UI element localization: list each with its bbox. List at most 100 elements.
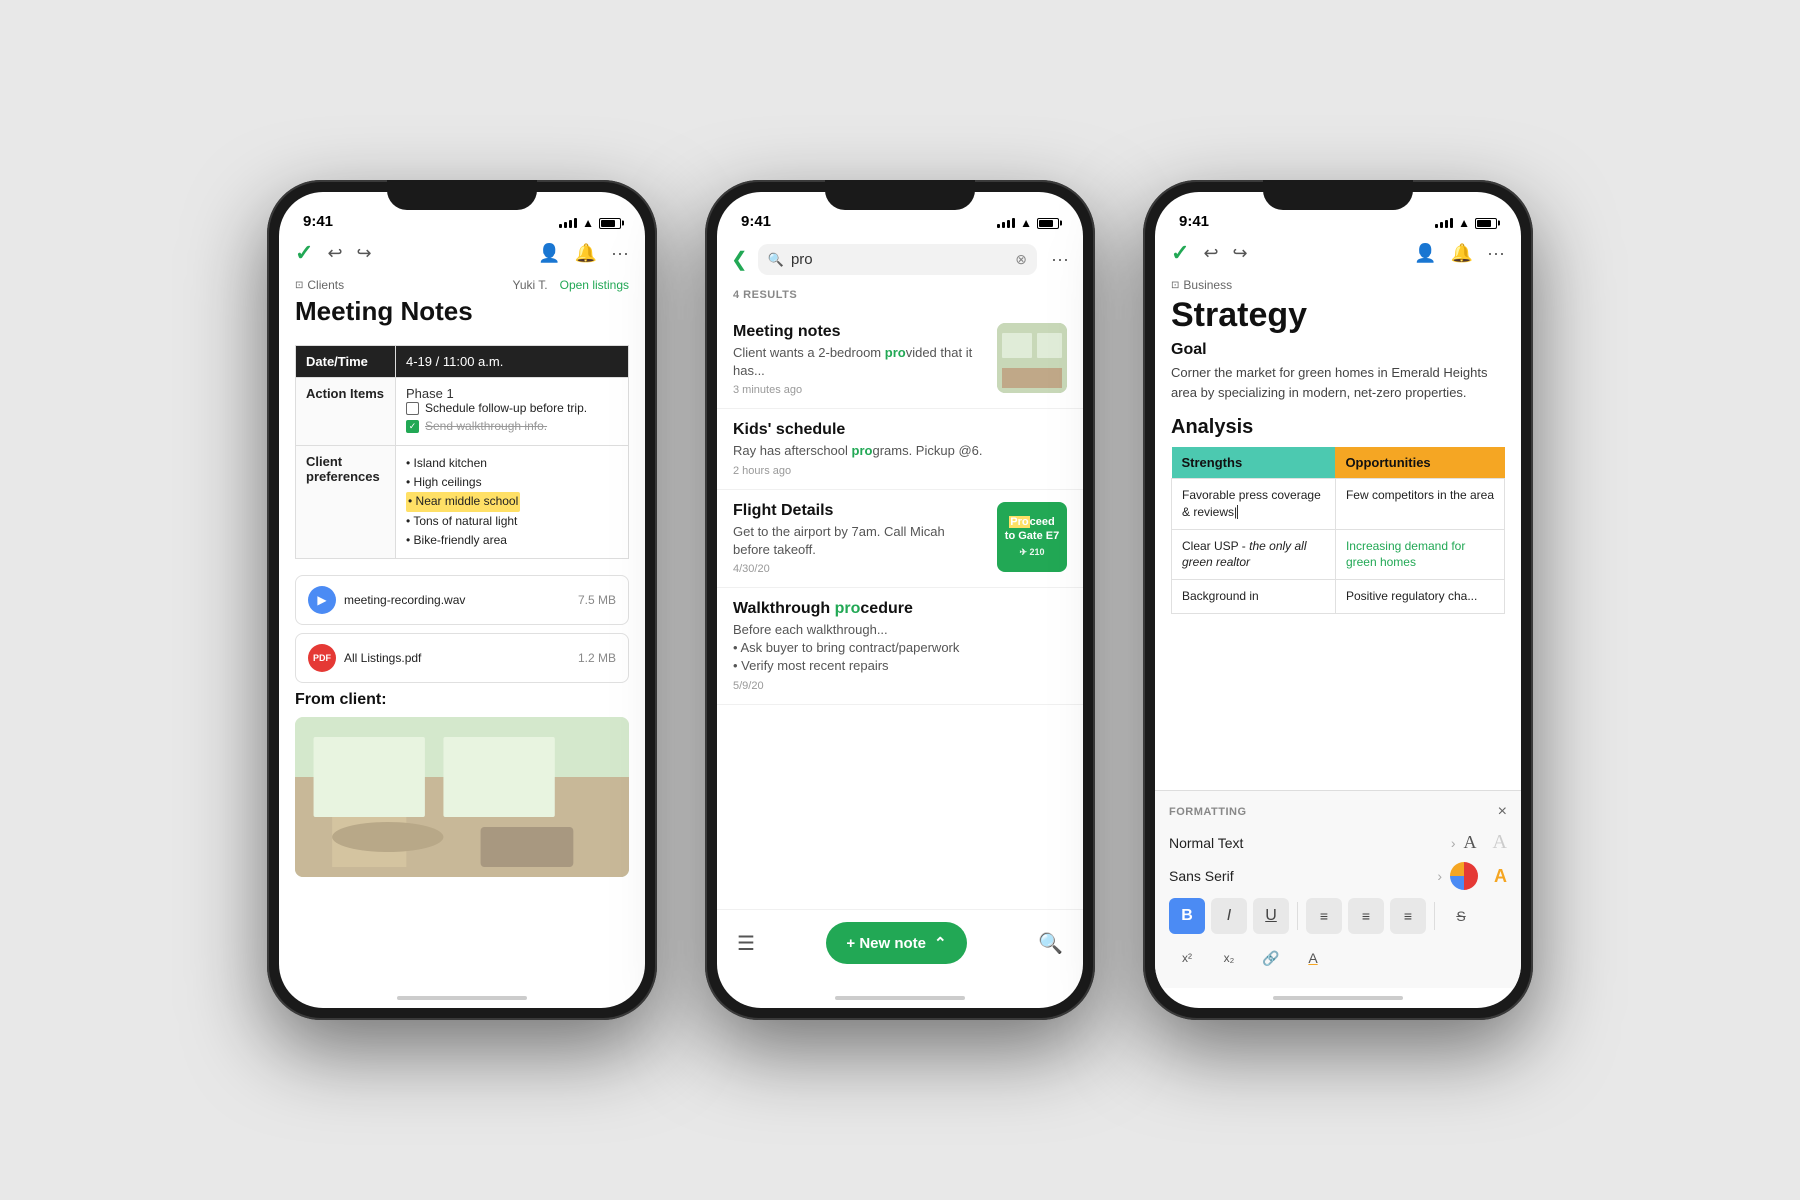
result-snippet-3: Get to the airport by 7am. Call Micah be… bbox=[733, 523, 985, 559]
redo-icon-1[interactable]: ↪ bbox=[357, 243, 372, 264]
format-row-2: Sans Serif › A bbox=[1169, 862, 1507, 890]
more-icon-3[interactable]: ··· bbox=[1487, 243, 1505, 264]
strikethrough-button[interactable]: S bbox=[1443, 898, 1479, 934]
attachment-pdf: PDF All Listings.pdf 1.2 MB bbox=[295, 633, 629, 683]
close-formatting-button[interactable]: × bbox=[1498, 803, 1507, 821]
pdf-name[interactable]: All Listings.pdf bbox=[344, 651, 421, 665]
color-picker-icon[interactable] bbox=[1450, 862, 1478, 890]
result-snippet-4: Before each walkthrough... • Ask buyer t… bbox=[733, 621, 1067, 676]
text-style-serif-icon[interactable]: A bbox=[1464, 832, 1477, 853]
arrow-2: › bbox=[1437, 868, 1442, 884]
breadcrumb-label-1[interactable]: Clients bbox=[307, 278, 344, 292]
wifi-icon-1: ▲ bbox=[582, 216, 594, 230]
result-snippet-2: Ray has afterschool programs. Pickup @6. bbox=[733, 442, 1067, 460]
clear-icon[interactable]: ⊗ bbox=[1015, 251, 1027, 268]
action-items-value: Phase 1 Schedule follow-up before trip. … bbox=[396, 378, 629, 446]
checkbox-1[interactable] bbox=[406, 402, 419, 415]
format-row-1: Normal Text › A A bbox=[1169, 831, 1507, 854]
new-note-button[interactable]: + New note ⌃ bbox=[826, 922, 966, 964]
analysis-title: Analysis bbox=[1171, 416, 1505, 439]
font-highlight-icon[interactable]: A bbox=[1494, 866, 1507, 887]
arrow-1: › bbox=[1451, 835, 1456, 851]
add-bell-icon-1[interactable]: 🔔 bbox=[575, 243, 597, 264]
hamburger-icon[interactable]: ☰ bbox=[737, 931, 755, 956]
search-input-wrap[interactable]: 🔍 pro ⊗ bbox=[758, 244, 1037, 275]
search-query[interactable]: pro bbox=[791, 251, 1008, 268]
align-right-button[interactable]: ≡ bbox=[1390, 898, 1426, 934]
search-icon-2: 🔍 bbox=[768, 252, 784, 268]
breadcrumb-listings[interactable]: Open listings bbox=[560, 278, 629, 292]
home-indicator-3 bbox=[1155, 988, 1521, 1008]
search-more-icon[interactable]: ··· bbox=[1047, 249, 1069, 270]
align-left-button[interactable]: ≡ bbox=[1306, 898, 1342, 934]
results-count: 4 RESULTS bbox=[717, 283, 1083, 311]
add-person-icon-3[interactable]: 👤 bbox=[1414, 243, 1436, 264]
pref-2: • High ceilings bbox=[406, 473, 618, 492]
add-person-icon-1[interactable]: 👤 bbox=[538, 243, 560, 264]
swot-s2: Clear USP - the only all green realtor bbox=[1172, 529, 1336, 580]
breadcrumb-label-3[interactable]: Business bbox=[1183, 278, 1232, 292]
underline-button[interactable]: U bbox=[1253, 898, 1289, 934]
breadcrumb-1: ⊡ Clients Yuki T. Open listings bbox=[279, 274, 645, 296]
formatting-title: FORMATTING bbox=[1169, 806, 1247, 818]
text-style-large-icon[interactable]: A bbox=[1493, 831, 1507, 854]
breadcrumb-user[interactable]: Yuki T. bbox=[512, 278, 547, 292]
result-title-2: Kids' schedule bbox=[733, 421, 1067, 439]
chevron-up-icon: ⌃ bbox=[934, 934, 947, 952]
flight-thumb: Proceedto Gate E7 ✈ 210 bbox=[997, 502, 1067, 572]
phone-3: 9:41 ▲ ✓ ↩ ↪ 👤 🔔 bbox=[1143, 180, 1533, 1020]
pdf-icon: PDF bbox=[308, 644, 336, 672]
breadcrumb-3: ⊡ Business bbox=[1155, 274, 1521, 296]
bullet-list: • Island kitchen • High ceilings • Near … bbox=[406, 454, 618, 550]
superscript-button[interactable]: x² bbox=[1169, 940, 1205, 976]
result-item-1[interactable]: Meeting notes Client wants a 2-bedroom p… bbox=[717, 311, 1083, 409]
goal-body: Corner the market for green homes in Eme… bbox=[1171, 363, 1505, 402]
result-item-2[interactable]: Kids' schedule Ray has afterschool progr… bbox=[717, 409, 1083, 489]
more-icon-1[interactable]: ··· bbox=[611, 243, 629, 264]
wav-size: 7.5 MB bbox=[578, 593, 616, 607]
swot-o2: Increasing demand for green homes bbox=[1335, 529, 1504, 580]
th-opportunities: Opportunities bbox=[1335, 447, 1504, 479]
phase-text: Phase 1 bbox=[406, 386, 618, 401]
link-button[interactable]: 🔗 bbox=[1253, 940, 1289, 976]
undo-icon-3[interactable]: ↩ bbox=[1203, 243, 1218, 264]
check-icon-1[interactable]: ✓ bbox=[295, 240, 313, 266]
normal-text-label[interactable]: Normal Text bbox=[1169, 835, 1443, 851]
battery-icon-1 bbox=[599, 218, 621, 229]
result-time-1: 3 minutes ago bbox=[733, 384, 985, 396]
status-time-2: 9:41 bbox=[741, 213, 771, 230]
phone-2: 9:41 ▲ ❮ 🔍 pro ⊗ ··· bbox=[705, 180, 1095, 1020]
bottom-bar-2: ☰ + New note ⌃ 🔍 bbox=[717, 909, 1083, 988]
checkbox-row-1: Schedule follow-up before trip. bbox=[406, 401, 618, 415]
prefs-label: Client preferences bbox=[296, 446, 396, 559]
checkbox-2[interactable]: ✓ bbox=[406, 420, 419, 433]
wav-name[interactable]: meeting-recording.wav bbox=[344, 593, 465, 607]
align-center-button[interactable]: ≡ bbox=[1348, 898, 1384, 934]
note-content-1: Meeting Notes Date/Time 4-19 / 11:00 a.m… bbox=[279, 296, 645, 988]
undo-icon-1[interactable]: ↩ bbox=[327, 243, 342, 264]
add-bell-icon-3[interactable]: 🔔 bbox=[1451, 243, 1473, 264]
result-item-3[interactable]: Flight Details Get to the airport by 7am… bbox=[717, 490, 1083, 588]
datetime-value: 4-19 / 11:00 a.m. bbox=[396, 346, 629, 378]
search-icon-bottom[interactable]: 🔍 bbox=[1038, 931, 1063, 956]
battery-icon-3 bbox=[1475, 218, 1497, 229]
redo-icon-3[interactable]: ↪ bbox=[1233, 243, 1248, 264]
result-time-4: 5/9/20 bbox=[733, 680, 1067, 692]
signal-icon-2 bbox=[997, 218, 1015, 228]
separator-1 bbox=[1297, 902, 1298, 930]
subscript-button[interactable]: x₂ bbox=[1211, 940, 1247, 976]
italic-button[interactable]: I bbox=[1211, 898, 1247, 934]
status-time-3: 9:41 bbox=[1179, 213, 1209, 230]
phone-2-screen: 9:41 ▲ ❮ 🔍 pro ⊗ ··· bbox=[717, 192, 1083, 1008]
formatting-panel: FORMATTING × Normal Text › A A Sans Seri… bbox=[1155, 790, 1521, 988]
battery-icon-2 bbox=[1037, 218, 1059, 229]
swot-table: Strengths Opportunities Favorable press … bbox=[1171, 447, 1505, 614]
check-icon-3[interactable]: ✓ bbox=[1171, 240, 1189, 266]
highlight-button[interactable]: A bbox=[1295, 940, 1331, 976]
result-item-4[interactable]: Walkthrough procedure Before each walkth… bbox=[717, 588, 1083, 705]
home-indicator-1 bbox=[279, 988, 645, 1008]
signal-icon-1 bbox=[559, 218, 577, 228]
bold-button[interactable]: B bbox=[1169, 898, 1205, 934]
sans-serif-label[interactable]: Sans Serif bbox=[1169, 868, 1429, 884]
back-button[interactable]: ❮ bbox=[731, 247, 748, 272]
